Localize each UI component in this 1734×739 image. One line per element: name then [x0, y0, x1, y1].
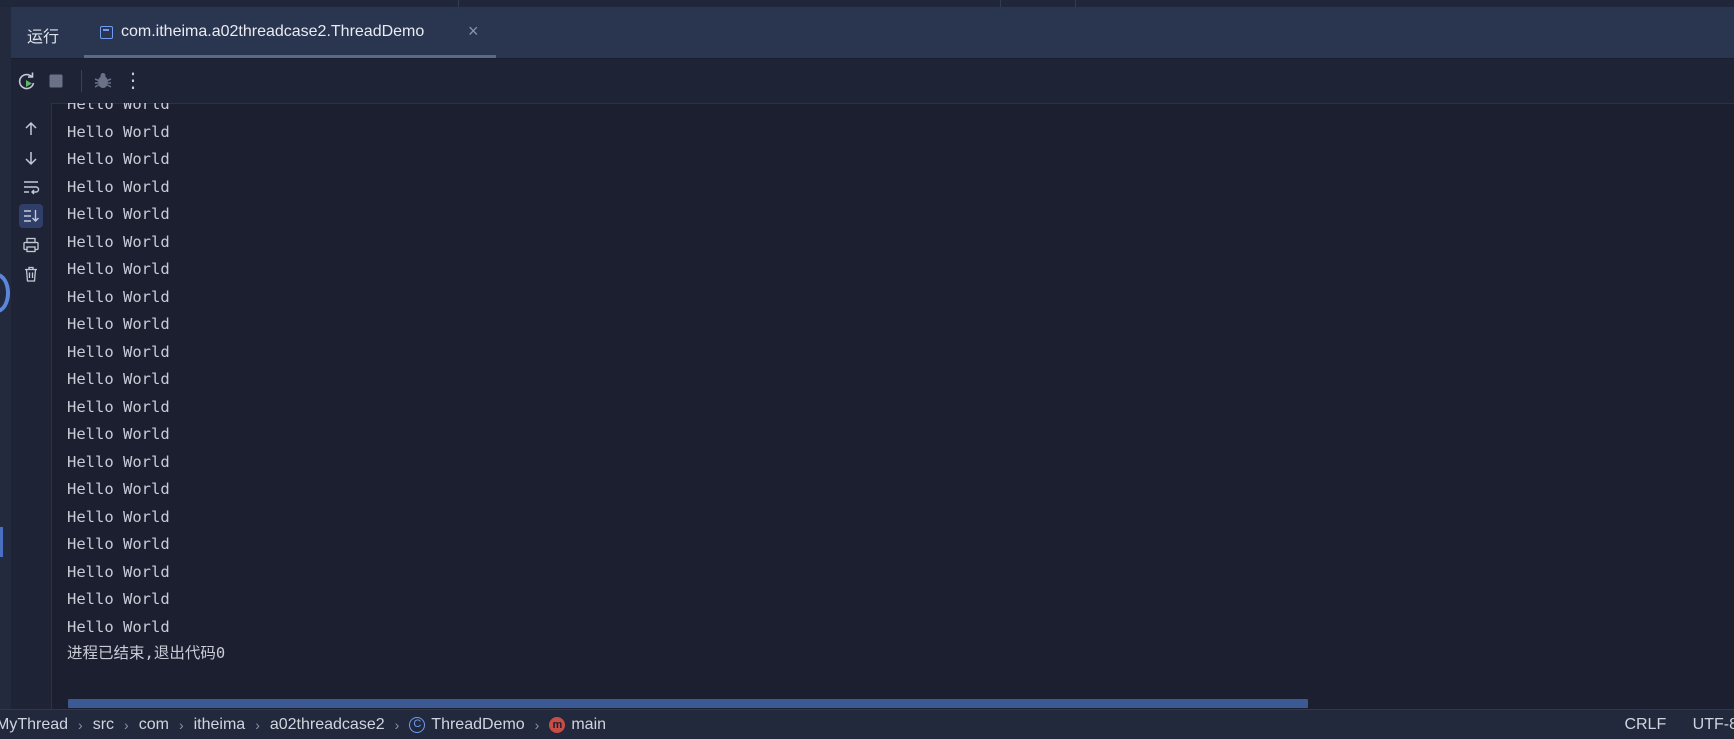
method-icon: m	[549, 716, 566, 733]
chevron-right-icon: ›	[534, 717, 540, 733]
breadcrumb-item[interactable]: com	[139, 716, 169, 734]
breadcrumb-method[interactable]: m main	[549, 716, 606, 734]
tool-window-title: 运行	[27, 29, 60, 46]
output-line: Hello World	[67, 260, 170, 278]
trash-icon[interactable]	[19, 262, 43, 286]
output-line: Hello World	[67, 342, 170, 361]
run-tool-window-header: 运行 com.itheima.a02threadcase2.ThreadDemo…	[11, 7, 1734, 59]
breadcrumb-item[interactable]: a02threadcase2	[270, 716, 385, 734]
active-marker	[0, 527, 3, 557]
chevron-right-icon: ›	[124, 717, 129, 733]
class-icon: C	[409, 716, 426, 733]
divider	[458, 0, 459, 7]
output-line: Hello World	[67, 590, 170, 608]
tab-label: com.itheima.a02threadcase2.ThreadDemo	[121, 23, 425, 40]
rerun-icon[interactable]	[15, 69, 39, 93]
divider	[1075, 0, 1076, 7]
encoding-widget[interactable]: UTF-8	[1693, 716, 1734, 733]
debug-icon[interactable]	[91, 69, 115, 93]
run-toolbar: ⋮	[11, 59, 1734, 104]
output-line: Hello World	[67, 150, 170, 168]
output-line: Hello World	[67, 617, 170, 636]
status-right-widgets: CRLF UTF-8	[1602, 716, 1734, 734]
output-line: Hello World	[67, 452, 170, 471]
assistant-icon[interactable]	[0, 273, 10, 313]
output-line: Hello World	[67, 562, 170, 581]
divider	[1000, 0, 1001, 7]
toolbar-divider	[81, 70, 82, 92]
stop-icon[interactable]	[44, 69, 68, 93]
more-icon[interactable]: ⋮	[121, 69, 145, 93]
method-name: main	[571, 716, 607, 733]
chevron-right-icon: ›	[394, 717, 400, 733]
output-line: Hello World	[67, 103, 170, 113]
chevron-right-icon: ›	[255, 717, 260, 733]
close-icon[interactable]: ×	[468, 21, 479, 42]
output-line: Hello World	[67, 535, 170, 553]
scroll-to-end-icon[interactable]	[19, 204, 43, 228]
breadcrumb-item[interactable]: itheima	[194, 716, 246, 734]
project-tree-strip	[0, 0, 1734, 7]
tab-thread-demo[interactable]: com.itheima.a02threadcase2.ThreadDemo ×	[84, 7, 496, 58]
output-line: Hello World	[67, 177, 170, 196]
breadcrumb-class[interactable]: C ThreadDemo	[409, 716, 525, 734]
process-exit-message: 进程已结束,退出代码0	[67, 644, 226, 662]
console-output[interactable]: Hello World Hello World Hello World Hell…	[51, 103, 1734, 697]
breadcrumb-item[interactable]: MyThread	[0, 716, 68, 734]
line-separator-widget[interactable]: CRLF	[1624, 716, 1666, 733]
horizontal-scrollbar[interactable]	[68, 699, 1308, 708]
output-line: Hello World	[67, 480, 170, 498]
output-line: Hello World	[67, 205, 170, 223]
console-icon	[100, 26, 113, 39]
output-line: Hello World	[67, 122, 170, 141]
output-line: Hello World	[67, 287, 170, 306]
output-line: Hello World	[67, 397, 170, 416]
output-line: Hello World	[67, 315, 170, 333]
output-line: Hello World	[67, 425, 170, 443]
status-bar: MyThread › src › com › itheima › a02thre…	[0, 709, 1734, 739]
output-line: Hello World	[67, 507, 170, 526]
output-line: Hello World	[67, 370, 170, 388]
class-name: ThreadDemo	[431, 716, 525, 733]
chevron-right-icon: ›	[178, 717, 184, 733]
breadcrumb: MyThread › src › com › itheima › a02thre…	[0, 716, 606, 734]
console-side-toolbar	[11, 103, 52, 709]
output-line: Hello World	[67, 232, 170, 251]
chevron-right-icon: ›	[78, 717, 83, 733]
print-icon[interactable]	[19, 233, 43, 257]
breadcrumb-item[interactable]: src	[93, 716, 114, 734]
arrow-up-icon[interactable]	[19, 117, 43, 141]
soft-wrap-icon[interactable]	[19, 175, 43, 199]
arrow-down-icon[interactable]	[19, 146, 43, 170]
output-lines: Hello World Hello World Hello World Hell…	[67, 103, 170, 641]
